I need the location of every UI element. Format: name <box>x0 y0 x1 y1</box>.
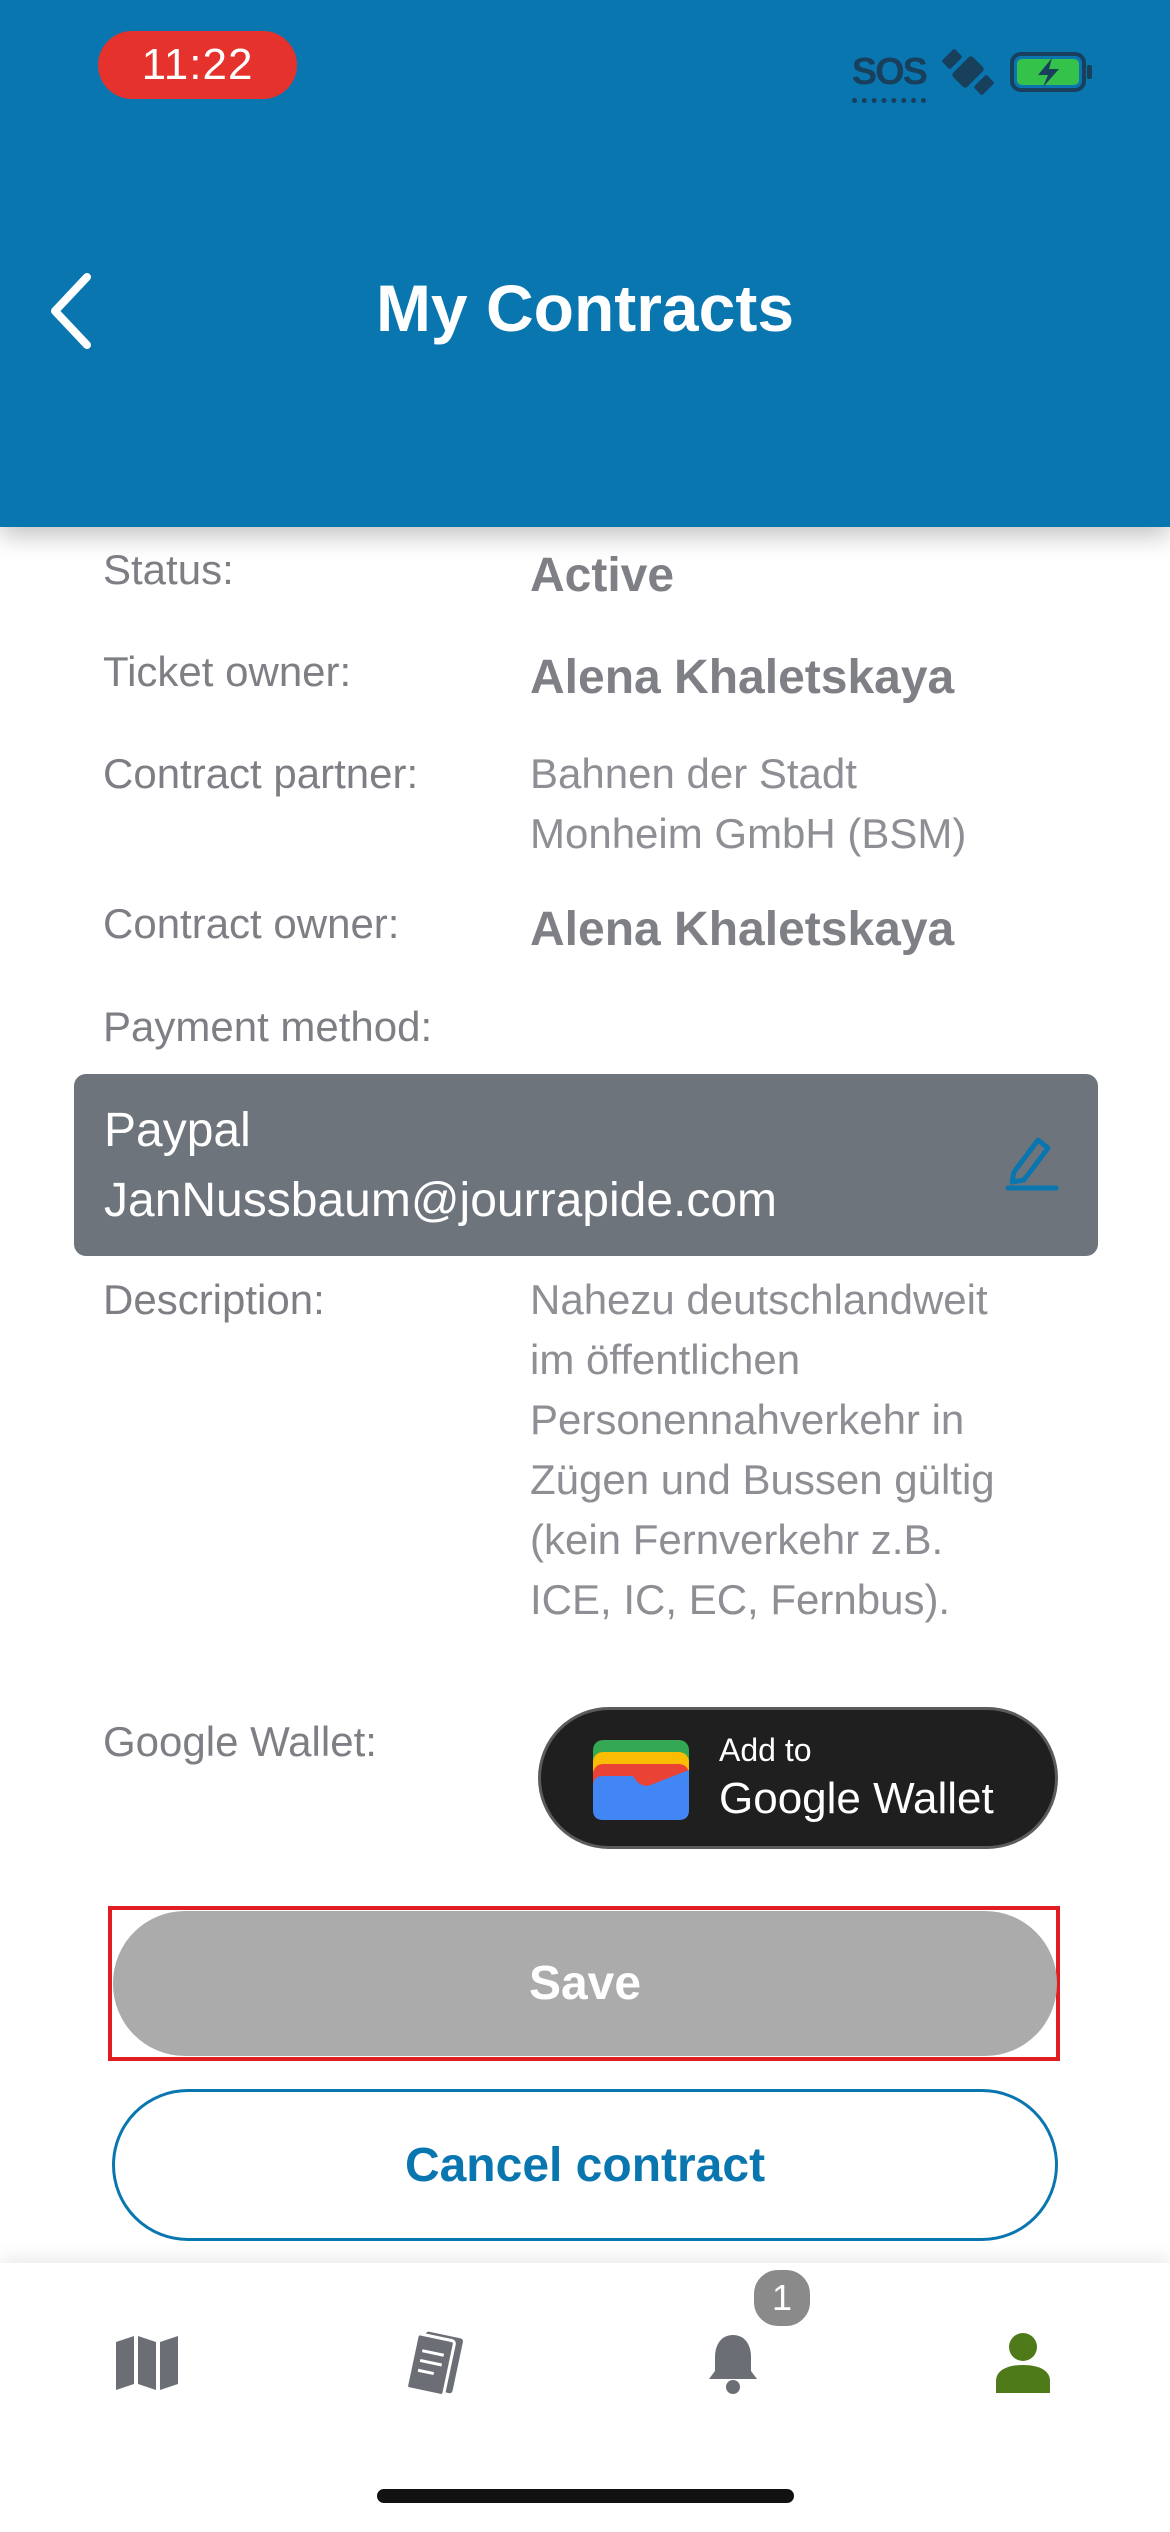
notification-badge: 1 <box>750 2266 814 2330</box>
description-line: ICE, IC, EC, Fernbus). <box>530 1576 951 1623</box>
bell-icon <box>709 2335 757 2394</box>
description-label: Description: <box>103 1276 325 1323</box>
contract-partner-label: Contract partner: <box>103 750 419 797</box>
map-icon <box>116 2336 178 2390</box>
app-header: 11:22 SOS My Contracts <box>0 0 1170 527</box>
status-time: 11:22 <box>98 31 297 99</box>
status-label: Status: <box>103 546 234 593</box>
nav-map[interactable] <box>97 2313 197 2413</box>
page-title: My Contracts <box>375 271 795 345</box>
edit-payment-button[interactable] <box>1004 1130 1060 1192</box>
payment-text: Paypal JanNussbaum@jourrapide.com <box>104 1096 777 1236</box>
payment-method-label: Payment method: <box>103 1003 433 1050</box>
contract-owner-value: Alena Khaletskaya <box>530 903 955 956</box>
description-line: Zügen und Bussen gültig <box>530 1456 995 1503</box>
description-line: im öffentlichen <box>530 1336 801 1383</box>
description-line: (kein Fernverkehr z.B. <box>530 1516 944 1563</box>
battery-charging-icon <box>1010 52 1092 92</box>
pencil-icon <box>1005 1137 1059 1191</box>
google-wallet-icon <box>593 1740 689 1820</box>
save-button[interactable]: Save <box>113 1911 1057 2056</box>
sos-indicator: SOS <box>851 51 928 103</box>
status-icons: SOS <box>851 44 1094 103</box>
ticket-owner-label: Ticket owner: <box>103 648 352 695</box>
satellite-icon <box>942 49 994 95</box>
tickets-icon <box>405 2331 464 2396</box>
wallet-google-wallet: Google Wallet <box>719 1774 994 1823</box>
nav-tickets[interactable] <box>387 2313 487 2413</box>
payment-method-card[interactable]: Paypal JanNussbaum@jourrapide.com <box>74 1074 1098 1256</box>
contract-partner-line2: Monheim GmbH (BSM) <box>530 810 967 857</box>
ticket-owner-value: Alena Khaletskaya <box>530 651 955 704</box>
home-indicator[interactable] <box>377 2489 794 2503</box>
profile-icon <box>996 2333 1050 2393</box>
payment-type: Paypal <box>104 1104 251 1157</box>
contract-partner-line1: Bahnen der Stadt <box>530 750 857 797</box>
payment-account: JanNussbaum@jourrapide.com <box>104 1174 778 1227</box>
description-line: Nahezu deutschlandweit <box>530 1276 988 1323</box>
description-text: Nahezu deutschlandweit im öffentlichen P… <box>530 1270 995 1630</box>
nav-profile[interactable] <box>973 2313 1073 2413</box>
cancel-contract-button[interactable]: Cancel contract <box>112 2089 1058 2241</box>
wallet-add-to: Add to <box>719 1732 812 1768</box>
status-value: Active <box>530 549 675 602</box>
add-to-google-wallet-button[interactable]: Add to Google Wallet <box>538 1707 1058 1849</box>
google-wallet-label: Google Wallet: <box>103 1718 377 1765</box>
description-line: Personennahverkehr in <box>530 1396 965 1443</box>
contract-owner-label: Contract owner: <box>103 900 400 947</box>
